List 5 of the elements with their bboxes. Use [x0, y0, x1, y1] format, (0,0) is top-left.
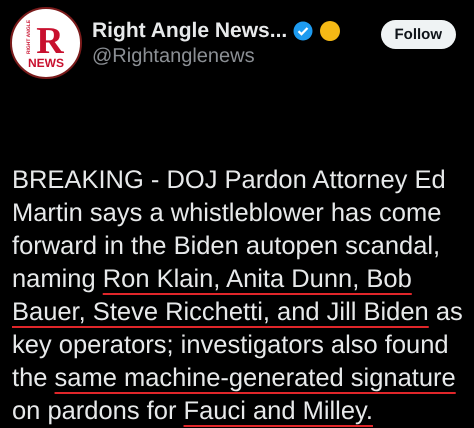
emoji-icon	[319, 20, 342, 42]
account-handle: @Rightanglenews	[92, 44, 256, 68]
tweet-text: BREAKING - DOJ Pardon Attorney Ed Martin says a whistleblower has come forward in the Biden autopen scandal, naming Ron Klain, Anita Dunn, Bob Bauer, Steve Ricchetti, and Jill Biden as key operators; investigators also found the same machine-generated signature on pardons for Fauci and Milley.	[12, 165, 464, 427]
follow-button[interactable]: Follow	[380, 20, 456, 49]
account-name: Right Angle News...	[92, 18, 288, 42]
